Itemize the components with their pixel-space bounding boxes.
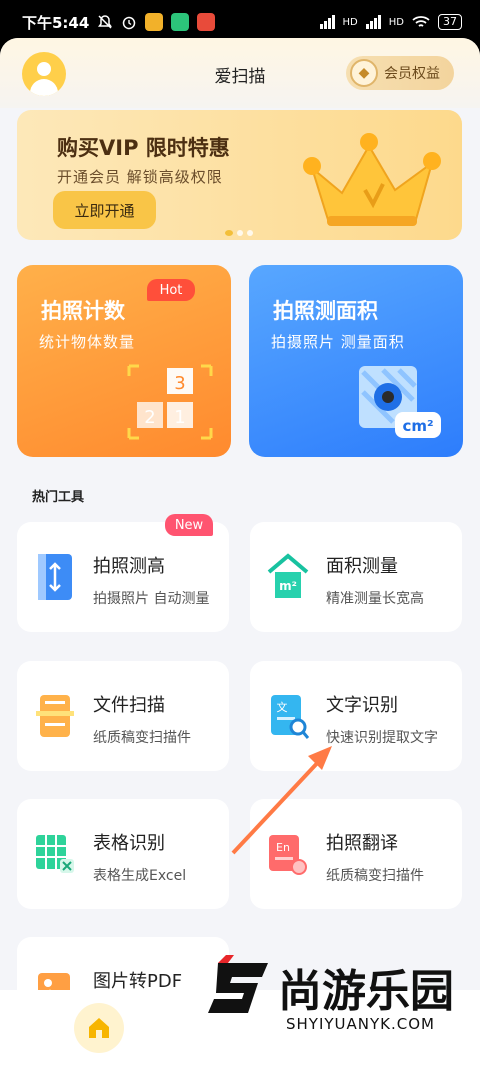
network-type: HD: [342, 16, 358, 28]
app-notification-icon: [197, 13, 216, 31]
home-icon: [89, 1018, 109, 1038]
photo-area-card[interactable]: 拍照测面积 拍摄照片 测量面积 cm²: [249, 265, 463, 457]
camera-area-icon: cm²: [359, 366, 441, 438]
tool-text-recognition[interactable]: 文 文字识别 快速识别提取文字: [250, 661, 462, 771]
photo-count-title: 拍照计数: [41, 299, 125, 323]
banner-subtitle: 开通会员 解锁高级权限: [57, 168, 223, 186]
signal-icon: [319, 15, 335, 29]
app-screen: 爱扫描 ◆ 会员权益 购买VIP 限时特惠 开通会员 解锁高级权限 立即开通 H…: [0, 38, 480, 1067]
photo-count-card[interactable]: Hot 拍照计数 统计物体数量 3 2 1: [17, 265, 231, 457]
bell-off-icon: [98, 15, 113, 29]
tool-area-measure[interactable]: m² 面积测量 精准测量长宽高: [250, 522, 462, 632]
tool-subtitle: 拍摄照片 自动测量: [93, 591, 210, 607]
svg-text:文: 文: [277, 700, 288, 714]
watermark: 尚游乐园 SHYIYUANYK.COM: [200, 955, 480, 1067]
banner-title: 购买VIP 限时特惠: [57, 136, 230, 160]
new-badge: New: [165, 514, 213, 536]
tool-title: 文件扫描: [93, 695, 165, 716]
signal-icon: [365, 15, 381, 29]
section-title: 热门工具: [32, 490, 85, 505]
alarm-icon: [123, 16, 136, 30]
hot-badge: Hot: [147, 279, 195, 301]
shield-app-icon: [171, 13, 190, 31]
tool-document-scan[interactable]: 文件扫描 纸质稿变扫描件: [17, 661, 229, 771]
house-area-icon: m²: [267, 553, 309, 598]
watermark-logo-icon: [208, 955, 268, 1013]
svg-text:En: En: [276, 841, 290, 854]
vip-promo-banner[interactable]: 购买VIP 限时特惠 开通会员 解锁高级权限 立即开通: [17, 110, 462, 240]
count-blocks-icon: 3 2 1: [127, 364, 213, 440]
vip-benefits-button[interactable]: ◆ 会员权益: [346, 56, 454, 90]
wifi-icon: [412, 16, 430, 27]
app-notification-icon: [145, 13, 164, 31]
svg-text:1: 1: [174, 407, 185, 428]
crown-icon: [303, 133, 441, 226]
watermark-brand: 尚游乐园: [278, 966, 454, 1017]
battery-indicator: 37: [438, 14, 462, 30]
svg-text:3: 3: [174, 373, 185, 394]
tool-title: 拍照翻译: [326, 833, 398, 854]
diamond-icon: ◆: [350, 59, 378, 87]
tool-subtitle: 纸质稿变扫描件: [93, 730, 191, 746]
tool-subtitle: 快速识别提取文字: [326, 730, 438, 746]
ruler-icon: [38, 554, 72, 600]
tool-title: 面积测量: [326, 556, 398, 577]
network-type: HD: [388, 16, 404, 28]
translate-icon: En: [269, 835, 307, 875]
tool-photo-height[interactable]: New 拍照测高 拍摄照片 自动测量: [17, 514, 229, 632]
watermark-domain: SHYIYUANYK.COM: [286, 1015, 435, 1033]
vip-benefits-label: 会员权益: [384, 66, 440, 82]
svg-text:m²: m²: [279, 579, 297, 593]
tool-subtitle: 表格生成Excel: [93, 868, 187, 884]
carousel-indicator: [225, 230, 253, 236]
activate-now-button[interactable]: 立即开通: [53, 191, 156, 229]
svg-text:2: 2: [144, 407, 155, 428]
tool-title: 拍照测高: [93, 556, 165, 577]
top-bar: 爱扫描 ◆ 会员权益: [0, 38, 480, 108]
tool-title: 表格识别: [93, 833, 165, 854]
tool-subtitle: 纸质稿变扫描件: [326, 868, 424, 884]
photo-area-subtitle: 拍摄照片 测量面积: [271, 333, 405, 351]
photo-count-subtitle: 统计物体数量: [39, 333, 136, 351]
tool-title: 文字识别: [326, 695, 398, 716]
home-tab[interactable]: [74, 1003, 124, 1053]
status-time: 下午5:44: [22, 13, 90, 32]
tool-subtitle: 精准测量长宽高: [326, 591, 424, 607]
spreadsheet-icon: [36, 835, 74, 873]
photo-area-title: 拍照测面积: [273, 299, 378, 323]
tool-table-recognition[interactable]: 表格识别 表格生成Excel: [17, 799, 229, 909]
text-recognition-icon: 文: [271, 695, 309, 739]
tool-photo-translate[interactable]: En 拍照翻译 纸质稿变扫描件: [250, 799, 462, 909]
scan-document-icon: [36, 695, 74, 737]
svg-text:cm²: cm²: [402, 417, 433, 435]
